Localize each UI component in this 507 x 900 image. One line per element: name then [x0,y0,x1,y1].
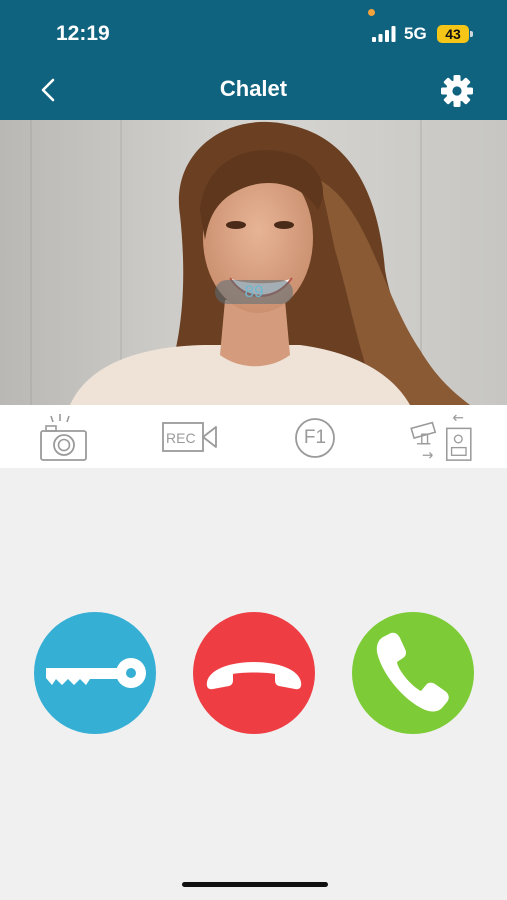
answer-call-button[interactable] [352,612,474,734]
video-overlay-counter: 89 [215,280,293,304]
camera-snapshot-icon[interactable] [38,413,90,463]
page-title: Chalet [219,76,288,101]
signal-strength-icon [372,26,396,42]
network-type: 5G [404,24,427,43]
gear-icon[interactable] [440,74,474,108]
nav-bar: Chalet [0,62,507,120]
key-icon [46,658,146,688]
hang-up-icon [206,662,302,690]
battery-tip [470,31,473,37]
home-indicator[interactable] [182,882,328,887]
record-label: REC [166,430,196,446]
answer-call-icon [376,632,449,712]
unlock-door-button[interactable] [34,612,156,734]
status-time: 12:19 [56,22,110,45]
status-bar: 12:19 5G 43 [0,0,507,62]
function-key-button[interactable]: F1 [292,413,338,463]
privacy-indicator-dot [368,9,375,16]
video-feed[interactable]: 89 [0,120,507,405]
battery-icon: 43 [437,25,469,43]
hang-up-button[interactable] [193,612,315,734]
function-key-label: F1 [303,427,327,448]
call-toolbar: REC F1 [0,405,507,468]
record-video-button[interactable]: REC [162,413,218,463]
switch-camera-icon[interactable] [406,413,476,463]
caller-video-image [0,120,507,405]
